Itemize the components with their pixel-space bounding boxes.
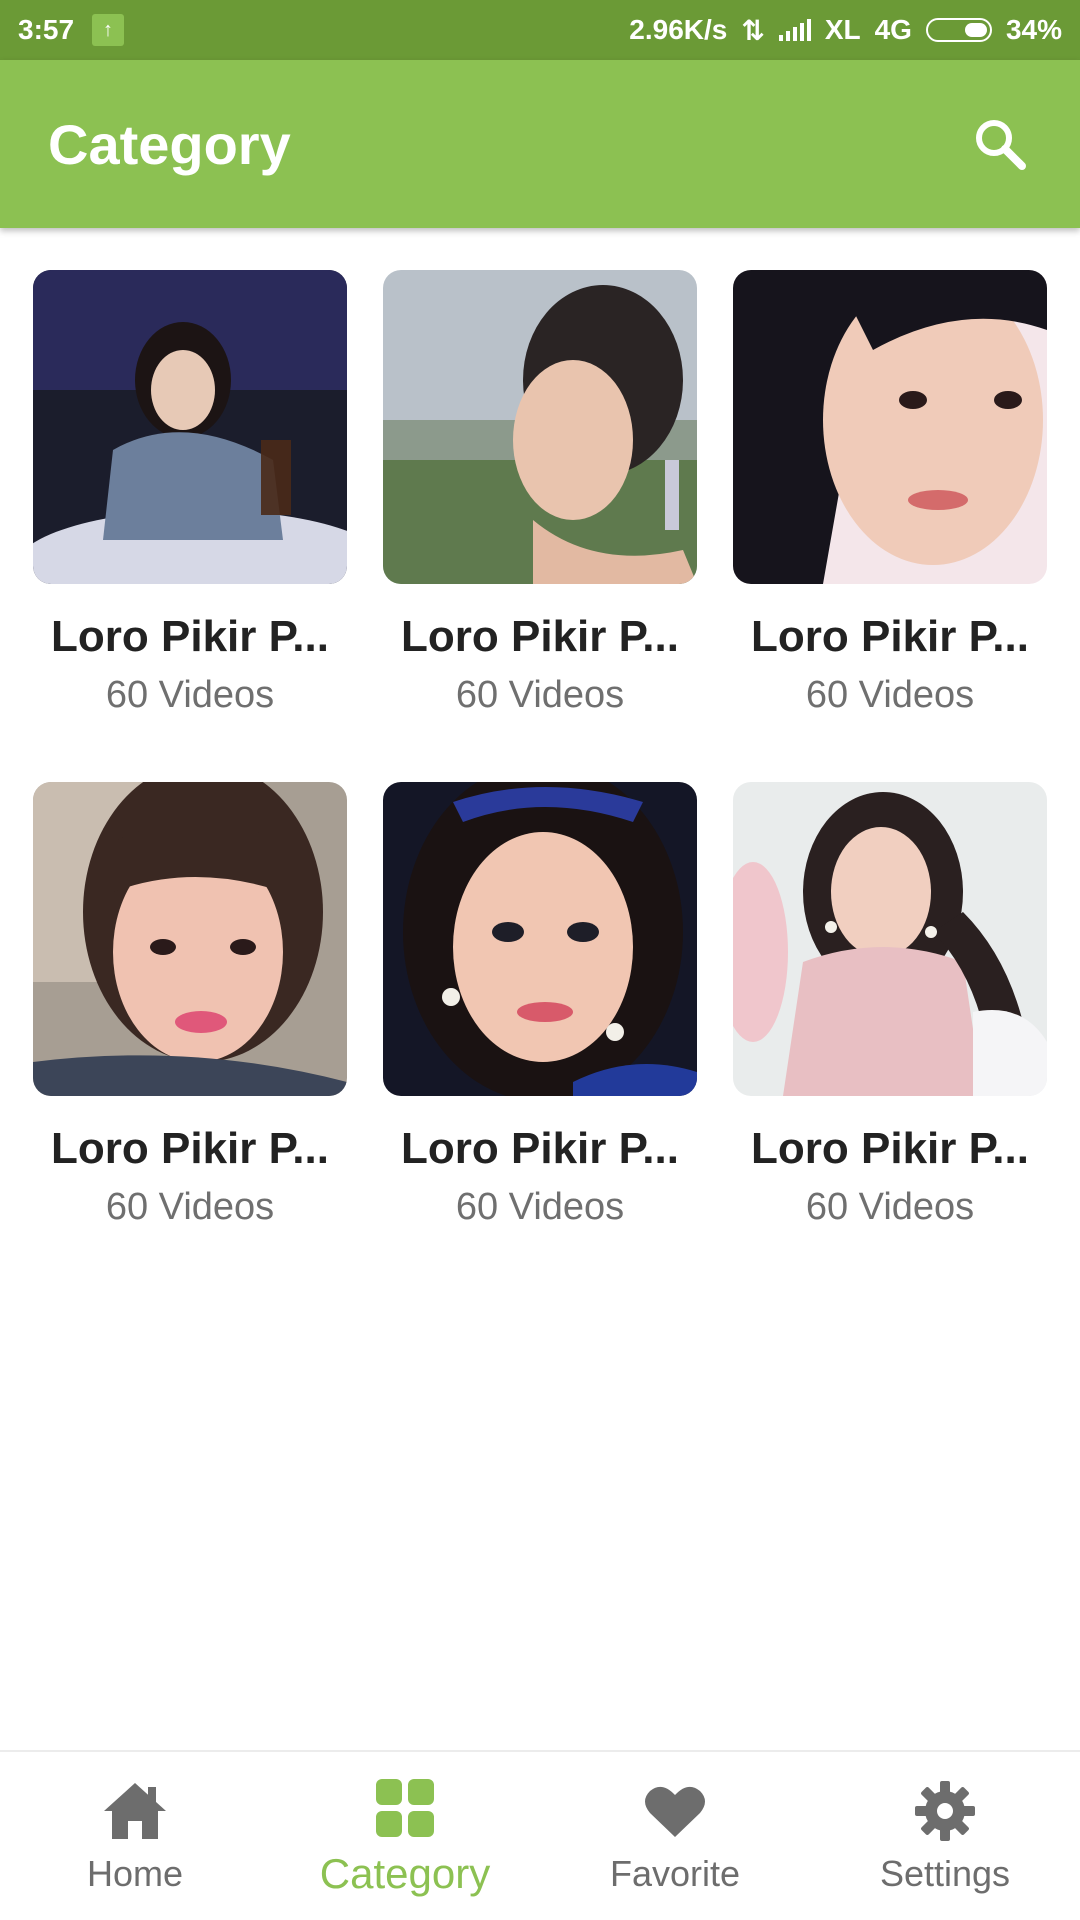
nav-label-category: Category: [319, 1850, 491, 1897]
network-speed: 2.96K/s: [629, 14, 728, 45]
category-card[interactable]: Loro Pikir P... 60 Videos: [733, 270, 1047, 717]
category-thumbnail: [733, 782, 1047, 1096]
nav-item-home[interactable]: Home: [0, 1752, 270, 1920]
category-title: Loro Pikir P...: [401, 612, 679, 661]
battery-icon: [925, 18, 992, 42]
category-title: Loro Pikir P...: [751, 612, 1029, 661]
category-thumbnail: [33, 782, 347, 1096]
screen: 3:57 ↑ 2.96K/s ⇅ XL 4G 34% Category Loro…: [0, 0, 1080, 1920]
category-thumbnail: [383, 782, 697, 1096]
gear-icon: [915, 1779, 975, 1843]
nav-label-favorite: Favorite: [609, 1853, 741, 1894]
category-thumbnail: [383, 270, 697, 584]
nav-item-favorite[interactable]: Favorite: [540, 1752, 810, 1920]
battery-level: 34%: [1005, 14, 1062, 45]
heart-icon: [644, 1779, 706, 1843]
search-icon: [976, 120, 1026, 170]
category-video-count: 60 Videos: [805, 1186, 975, 1228]
category-card[interactable]: Loro Pikir P... 60 Videos: [733, 782, 1047, 1229]
category-title: Loro Pikir P...: [401, 1124, 679, 1173]
category-video-count: 60 Videos: [455, 674, 625, 716]
category-title: Loro Pikir P...: [751, 1124, 1029, 1173]
status-time: 3:57: [18, 14, 75, 45]
nav-label-home: Home: [86, 1853, 184, 1894]
home-icon: [102, 1779, 168, 1843]
category-card[interactable]: Loro Pikir P... 60 Videos: [33, 270, 347, 717]
status-left: 3:57 ↑: [18, 14, 125, 46]
upload-icon: ↑: [92, 14, 125, 46]
carrier-label: XL: [824, 14, 861, 45]
category-thumbnail: [733, 270, 1047, 584]
category-card[interactable]: Loro Pikir P... 60 Videos: [383, 782, 697, 1229]
page-title: Category: [48, 112, 291, 176]
category-title: Loro Pikir P...: [51, 612, 329, 661]
app-bar: Category: [0, 60, 1080, 228]
category-video-count: 60 Videos: [105, 1186, 275, 1228]
data-transfer-icon: ⇅: [741, 14, 765, 46]
network-type: 4G: [874, 14, 912, 45]
status-right: 2.96K/s ⇅ XL 4G 34%: [629, 14, 1062, 47]
nav-item-settings[interactable]: Settings: [810, 1752, 1080, 1920]
category-card[interactable]: Loro Pikir P... 60 Videos: [33, 782, 347, 1229]
category-card[interactable]: Loro Pikir P... 60 Videos: [383, 270, 697, 717]
category-video-count: 60 Videos: [805, 674, 975, 716]
signal-icon: [778, 19, 811, 41]
status-bar: 3:57 ↑ 2.96K/s ⇅ XL 4G 34%: [0, 0, 1080, 60]
category-video-count: 60 Videos: [105, 674, 275, 716]
category-grid-icon: [376, 1776, 434, 1840]
nav-label-settings: Settings: [879, 1853, 1011, 1894]
category-video-count: 60 Videos: [455, 1186, 625, 1228]
nav-item-category[interactable]: Category: [270, 1752, 540, 1920]
bottom-navigation: Home Category Favorite Settings: [0, 1750, 1080, 1920]
category-title: Loro Pikir P...: [51, 1124, 329, 1173]
category-thumbnail: [33, 270, 347, 584]
search-button[interactable]: [968, 112, 1032, 176]
